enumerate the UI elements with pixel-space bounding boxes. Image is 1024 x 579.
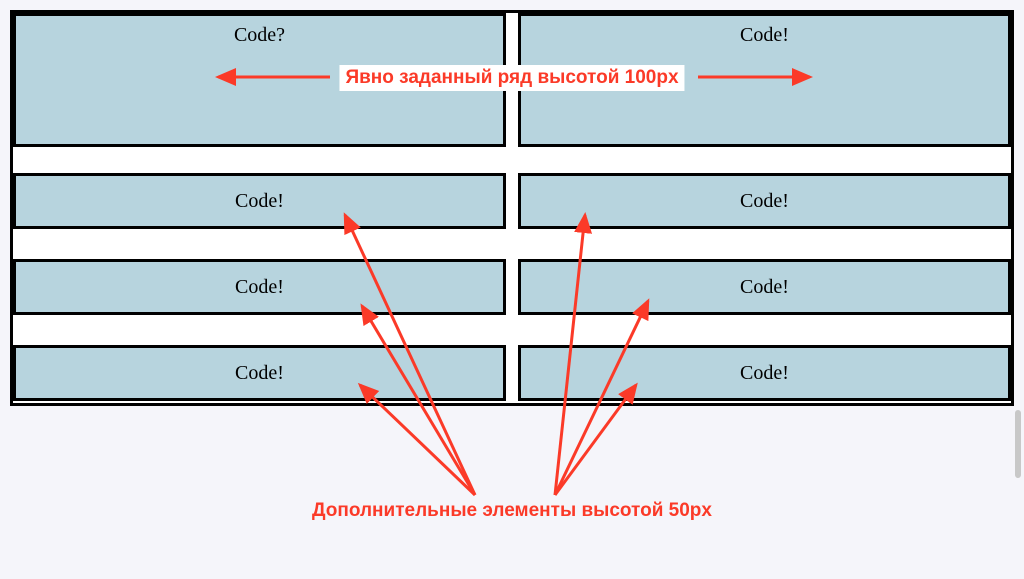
- cell-label: Code!: [740, 24, 789, 46]
- annotation-extra-elements: Дополнительные элементы высотой 50px: [312, 500, 712, 522]
- cell-3-0: Code!: [13, 345, 506, 401]
- cell-label: Code!: [740, 190, 789, 212]
- cell-3-1: Code!: [518, 345, 1011, 401]
- cell-label: Code!: [740, 276, 789, 298]
- cell-label: Code!: [740, 362, 789, 384]
- annotation-row-height: Явно заданный ряд высотой 100px: [339, 65, 684, 91]
- cell-1-0: Code!: [13, 173, 506, 229]
- cell-2-1: Code!: [518, 259, 1011, 315]
- cell-2-0: Code!: [13, 259, 506, 315]
- cell-1-1: Code!: [518, 173, 1011, 229]
- scrollbar-thumb[interactable]: [1015, 410, 1021, 478]
- cell-label: Code?: [234, 24, 285, 46]
- cell-label: Code!: [235, 362, 284, 384]
- cell-label: Code!: [235, 276, 284, 298]
- cell-label: Code!: [235, 190, 284, 212]
